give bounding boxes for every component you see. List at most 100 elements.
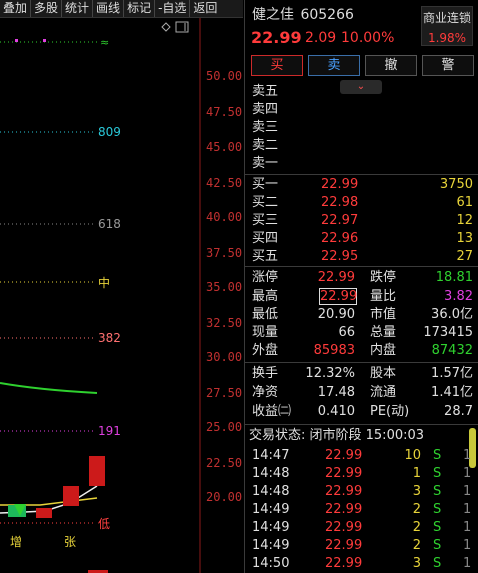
bid4-price: 22.96: [321, 231, 359, 246]
bid5-price: 22.95: [321, 249, 359, 264]
toolbar-watchlist[interactable]: -自选: [155, 0, 191, 17]
inner-volume-value: 87432: [431, 343, 473, 358]
low-value: 20.90: [317, 307, 355, 322]
toolbar-draw-line[interactable]: 画线: [93, 0, 125, 17]
tick-volume: 10: [404, 448, 421, 463]
tick-count: 1: [463, 484, 472, 499]
bid3-label: 买三: [252, 213, 279, 228]
tick-volume: 2: [412, 538, 421, 553]
total-volume-label: 总量: [370, 325, 397, 340]
market-cap-label: 市值: [370, 307, 397, 322]
fib-809-label: 809: [98, 125, 121, 139]
net-assets-label: 净资: [252, 385, 279, 400]
stock-name: 健之佳: [252, 7, 294, 23]
tick-time: 14:47: [252, 448, 290, 463]
bid5-volume: 27: [456, 249, 473, 264]
divider: [245, 424, 478, 425]
last-price: 22.99: [251, 28, 302, 47]
tick-side: S: [433, 466, 442, 481]
axis-label: 27.50: [206, 386, 243, 400]
ask2-label: 卖二: [252, 138, 279, 153]
eps-label: 收益㈡: [252, 404, 292, 419]
tick-price: 22.99: [325, 520, 363, 535]
float-shares-value: 1.41亿: [431, 385, 473, 400]
limit-up-label: 涨停: [252, 270, 279, 285]
stock-header: 健之佳 605266: [252, 4, 354, 24]
tick-time: 14:49: [252, 538, 290, 553]
sell-button[interactable]: 卖: [308, 55, 360, 76]
axis-label: 37.50: [206, 246, 243, 260]
volume-ratio-label: 量比: [370, 289, 397, 304]
tick-volume: 3: [412, 484, 421, 499]
trade-status: 交易状态: 闭市阶段 15:00:03: [249, 428, 425, 443]
low-label: 最低: [252, 307, 279, 322]
cancel-button[interactable]: 撤: [365, 55, 417, 76]
current-volume-value: 66: [338, 325, 355, 340]
ask5-label: 卖五: [252, 84, 279, 99]
top-mark-2: [43, 39, 46, 42]
sector-pct: 1.98%: [427, 31, 467, 45]
alert-button[interactable]: 警: [422, 55, 474, 76]
bid5-label: 买五: [252, 249, 279, 264]
tick-count: 1: [463, 538, 472, 553]
sector-box[interactable]: 商业连锁 1.98%: [421, 6, 473, 46]
price-change: 2.09: [305, 30, 337, 46]
tick-price: 22.99: [325, 466, 363, 481]
tick-count: 1: [463, 448, 472, 463]
buy-button[interactable]: 买: [251, 55, 303, 76]
tick-side: S: [433, 538, 442, 553]
tick-price: 22.99: [325, 538, 363, 553]
tick-volume: 3: [412, 556, 421, 571]
tick-time: 14:49: [252, 502, 290, 517]
share-capital-label: 股本: [370, 366, 397, 381]
toolbar-stats[interactable]: 统计: [62, 0, 94, 17]
tick-side: S: [433, 502, 442, 517]
toolbar-multi-stock[interactable]: 多股: [31, 0, 63, 17]
axis-label: 50.00: [206, 69, 243, 83]
turnover-value: 12.32%: [305, 366, 355, 381]
candle-4: [89, 456, 105, 486]
fib-382-label: 382: [98, 331, 121, 345]
volume-ratio-value: 3.82: [444, 289, 473, 304]
bid2-label: 买二: [252, 195, 279, 210]
high-label: 最高: [252, 289, 279, 304]
share-capital-value: 1.57亿: [431, 366, 473, 381]
axis-label: 32.50: [206, 316, 243, 330]
limit-down-label: 跌停: [370, 270, 397, 285]
ask4-label: 卖四: [252, 102, 279, 117]
current-volume-label: 现量: [252, 325, 279, 340]
toolbar-mark[interactable]: 标记: [124, 0, 156, 17]
axis-label: 47.50: [206, 105, 243, 119]
tick-side: S: [433, 448, 442, 463]
ask1-label: 卖一: [252, 156, 279, 171]
marker-zeng: 增: [10, 535, 23, 549]
tick-time: 14:49: [252, 520, 290, 535]
bid2-volume: 61: [456, 195, 473, 210]
tick-time: 14:48: [252, 466, 290, 481]
toolbar-overlay[interactable]: 叠加: [0, 0, 32, 17]
quote-panel: 健之佳 605266 22.99 2.09 10.00% 商业连锁 1.98% …: [244, 0, 478, 573]
tick-side: S: [433, 556, 442, 571]
limit-up-value: 22.99: [317, 270, 355, 285]
marker-zhang: 张: [64, 535, 77, 549]
tick-time: 14:50: [252, 556, 290, 571]
total-volume-value: 173415: [423, 325, 473, 340]
fib-191-label: 191: [98, 424, 121, 438]
svg-text:≈: ≈: [100, 36, 109, 49]
tick-price: 22.99: [325, 502, 363, 517]
bid4-volume: 13: [456, 231, 473, 246]
net-assets-value: 17.48: [317, 385, 355, 400]
bid1-price: 22.99: [321, 177, 359, 192]
tick-count: 1: [463, 502, 472, 517]
axis-label: 35.00: [206, 280, 243, 294]
divider: [245, 362, 478, 363]
tick-volume: 1: [412, 466, 421, 481]
candle-3: [63, 486, 79, 506]
collapse-chevron-icon[interactable]: ⌄: [340, 80, 382, 94]
axis-label: 30.00: [206, 350, 243, 364]
kline-chart[interactable]: ≈ 50.00 47.50 45.00 42.50 40.00 37.50 35…: [0, 18, 243, 573]
outer-volume-label: 外盘: [252, 343, 279, 358]
bid3-price: 22.97: [321, 213, 359, 228]
toolbar-back[interactable]: 返回: [190, 0, 220, 17]
ask3-label: 卖三: [252, 120, 279, 135]
